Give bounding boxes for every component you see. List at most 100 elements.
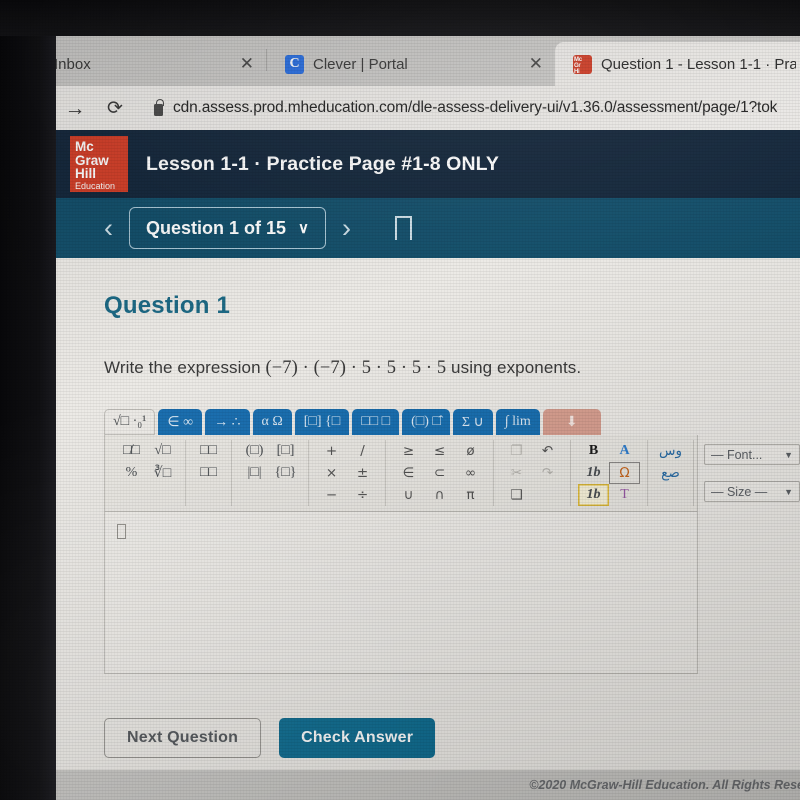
copyright-footer: ©2020 McGraw-Hill Education. All Rights …	[8, 770, 800, 800]
fraction-button[interactable]: □̸□	[116, 440, 147, 462]
app-header: Mc Graw Hill Education Lesson 1-1 · Prac…	[8, 130, 800, 198]
toolbar-group-language: وس صع	[648, 440, 694, 506]
question-selector[interactable]: Question 1 of 15 ∨	[129, 207, 327, 249]
logo-line-3: Hill	[75, 166, 97, 181]
size-select[interactable]: — Size — ▼	[704, 481, 800, 502]
square-root-button[interactable]: √□	[147, 440, 178, 462]
reload-icon[interactable]: ⟳	[104, 99, 126, 118]
plus-button[interactable]: +	[316, 440, 347, 462]
browser-tabstrip: Inbox ✕ C Clever | Portal ✕ Mc Gr Hi Quest…	[8, 34, 800, 86]
toolbar-group-brackets: (□) |□| [□] {□}	[232, 440, 309, 506]
subscript-button[interactable]: □□	[193, 462, 224, 484]
subset-button[interactable]: ⊂	[424, 462, 455, 484]
next-question-icon[interactable]: ›	[342, 214, 351, 242]
nth-root-button[interactable]: ∛□	[147, 462, 178, 484]
percent-fraction-button[interactable]: %	[116, 462, 147, 484]
close-icon[interactable]: ✕	[240, 54, 254, 74]
address-bar[interactable]: cdn.assess.prod.mheducation.com/dle-asse…	[144, 93, 796, 123]
tab-sets[interactable]: ∈ ∞	[158, 409, 203, 435]
browser-tab-title: Clever | Portal	[313, 55, 408, 73]
photo-frame: Inbox ✕ C Clever | Portal ✕ Mc Gr Hi Quest…	[0, 0, 800, 800]
element-of-button[interactable]: ∈	[393, 462, 424, 484]
browser-tab-clever[interactable]: C Clever | Portal ✕	[267, 42, 555, 86]
tab-decorations[interactable]: (□) □̂	[402, 409, 450, 435]
screen-bezel-top	[0, 0, 800, 36]
arabic-rtl-button[interactable]: وس	[655, 440, 686, 462]
redo-button[interactable]: ↷	[532, 462, 563, 484]
question-prompt: Write the expression (−7) · (−7) · 5 · 5…	[104, 358, 800, 379]
logo-line-4: Education	[75, 180, 116, 191]
text-mode-button[interactable]: T	[609, 484, 640, 506]
plus-minus-button[interactable]: ±	[347, 462, 378, 484]
tab-greek[interactable]: α Ω	[252, 409, 292, 435]
screen-bezel-left	[0, 0, 56, 800]
tab-matrices[interactable]: [□] {□	[294, 409, 350, 435]
superscript-button[interactable]: □□	[193, 440, 224, 462]
font-select[interactable]: — Font... ▼	[704, 444, 800, 465]
check-answer-button[interactable]: Check Answer	[279, 718, 436, 758]
union-button[interactable]: ∪	[393, 484, 424, 506]
bookmark-icon[interactable]	[395, 216, 413, 252]
forward-icon[interactable]: →	[64, 98, 86, 119]
page-title: Question 1	[104, 292, 231, 319]
pi-button[interactable]: π	[455, 484, 486, 506]
prev-question-icon[interactable]: ‹	[104, 214, 113, 242]
intersection-button[interactable]: ∩	[424, 484, 455, 506]
less-equal-button[interactable]: ≤	[424, 440, 455, 462]
arabic-script-button[interactable]: صع	[655, 462, 686, 484]
mcgraw-hill-icon: Mc Gr Hi	[573, 54, 592, 75]
parentheses-button[interactable]: (□)	[239, 440, 270, 462]
italic-button[interactable]: 1b	[578, 462, 609, 484]
infinity-button[interactable]: ∞	[455, 462, 486, 484]
toolbar-group-selects: — Font... ▼ — Size — ▼	[694, 440, 800, 506]
text-color-button[interactable]: A	[609, 440, 640, 462]
times-button[interactable]: ×	[316, 462, 347, 484]
tab-arrows[interactable]: → ∴	[205, 409, 250, 435]
curly-braces-button[interactable]: {□}	[270, 462, 301, 484]
tab-scripts[interactable]: □□ □	[352, 409, 400, 435]
prompt-prefix: Write the expression	[104, 358, 266, 377]
toolbar-group-formatting: B 1b 1b A Ω T	[571, 440, 648, 506]
logo-line-1: Mc	[75, 139, 94, 154]
screen: Inbox ✕ C Clever | Portal ✕ Mc Gr Hi Quest…	[8, 34, 800, 800]
math-editor-toolbar: □̸□ % √□ ∛□ □□ □□ (□) |□| [□] {□} + × − …	[104, 435, 800, 512]
tab-basic[interactable]: √□ ·₀¹	[104, 409, 156, 435]
logo-line-2: Graw	[75, 152, 109, 168]
square-brackets-button[interactable]: [□]	[270, 440, 301, 462]
browser-tab-title: Inbox	[54, 55, 91, 73]
underline-button[interactable]: 1b	[578, 484, 609, 506]
clever-icon: C	[285, 54, 304, 74]
tab-calculus[interactable]: ∫ lim	[495, 409, 540, 435]
size-select-label: — Size —	[711, 484, 768, 499]
prompt-expression: (−7) · (−7) · 5 · 5 · 5 · 5	[265, 358, 447, 378]
font-select-label: — Font...	[711, 447, 763, 462]
toolbar-group-clipboard-history: ❐ ✂ ❑ ↶ ↷	[494, 440, 571, 506]
greater-equal-button[interactable]: ≥	[393, 440, 424, 462]
absolute-value-button[interactable]: |□|	[239, 462, 270, 484]
close-icon[interactable]: ✕	[529, 54, 543, 74]
chevron-down-icon: ∨	[298, 220, 310, 237]
math-editor: √□ ·₀¹ ∈ ∞ → ∴ α Ω [□] {□ □□ □ (□) □̂ Σ …	[104, 409, 800, 674]
copy-button[interactable]: ❐	[501, 440, 532, 462]
question-nav-bar: ‹ Question 1 of 15 ∨ ›	[8, 198, 800, 258]
next-question-button[interactable]: Next Question	[104, 718, 262, 758]
tab-export[interactable]: ⬇	[542, 409, 601, 435]
symbol-button[interactable]: Ω	[609, 462, 640, 484]
cut-button[interactable]: ✂	[501, 462, 532, 484]
answer-input[interactable]	[104, 512, 698, 674]
browser-urlbar: ← → ⟳ cdn.assess.prod.mheducation.com/dl…	[8, 86, 800, 130]
empty-set-button[interactable]: ø	[455, 440, 486, 462]
browser-tab-question[interactable]: Mc Gr Hi Question 1 - Lesson 1-1 · Practi	[555, 42, 800, 86]
paste-button[interactable]: ❑	[501, 484, 532, 506]
minus-button[interactable]: −	[316, 484, 347, 506]
tab-operators[interactable]: Σ ∪	[452, 409, 493, 435]
slash-button[interactable]: /	[347, 440, 378, 462]
bold-button[interactable]: B	[578, 440, 609, 462]
divide-button[interactable]: ÷	[347, 484, 378, 506]
lesson-title: Lesson 1-1 · Practice Page #1-8 ONLY	[146, 152, 499, 175]
prompt-suffix: using exponents.	[446, 358, 582, 377]
undo-button[interactable]: ↶	[532, 440, 563, 462]
chevron-down-icon: ▼	[784, 486, 793, 497]
toolbar-group-scripts: □□ □□	[186, 440, 232, 506]
math-editor-tabs: √□ ·₀¹ ∈ ∞ → ∴ α Ω [□] {□ □□ □ (□) □̂ Σ …	[104, 409, 698, 435]
